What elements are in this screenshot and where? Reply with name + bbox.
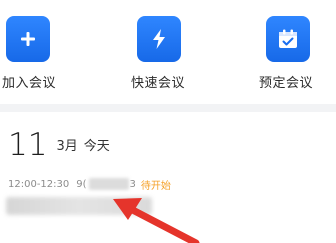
join-meeting-label: 加入会议 xyxy=(2,76,57,91)
meeting-id-suffix: 3 xyxy=(129,178,136,190)
quick-meeting-button[interactable]: 快速会议 xyxy=(120,0,210,104)
meeting-time: 12:00-12:30 xyxy=(8,178,70,190)
meeting-status-badge: 待开始 xyxy=(140,180,171,192)
quick-meeting-tile[interactable] xyxy=(137,16,181,62)
quick-actions-bar: 加入会议 快速会议 预定会议 xyxy=(0,0,336,104)
join-meeting-button[interactable]: 加入会议 xyxy=(0,0,80,104)
schedule-meeting-label: 预定会议 xyxy=(259,76,314,91)
meeting-id-redacted xyxy=(88,178,129,190)
lightning-icon xyxy=(153,29,165,49)
schedule-meeting-tile[interactable] xyxy=(266,16,310,62)
schedule-meeting-button[interactable]: 预定会议 xyxy=(250,0,336,104)
calendar-check-icon xyxy=(279,29,297,48)
meeting-id-prefix: 9( xyxy=(76,178,87,190)
meeting-title-redacted[interactable] xyxy=(6,197,152,215)
plus-icon xyxy=(21,32,35,46)
day-number: 11 xyxy=(8,127,48,163)
meeting-item[interactable]: 12:00-12:30 9( 3 待开始 xyxy=(8,176,171,192)
month-label: 3月 xyxy=(56,139,78,154)
date-header: 11 3月 今天 xyxy=(8,122,110,162)
today-label: 今天 xyxy=(83,139,110,154)
section-divider xyxy=(0,104,336,112)
quick-meeting-label: 快速会议 xyxy=(131,76,186,91)
join-meeting-tile[interactable] xyxy=(6,16,50,62)
